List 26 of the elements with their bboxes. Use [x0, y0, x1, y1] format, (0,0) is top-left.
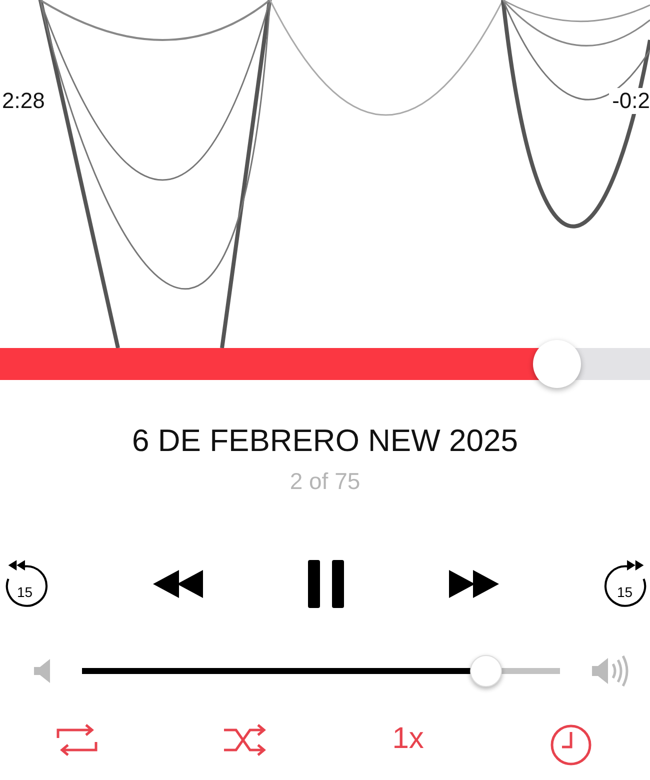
fast-forward-icon — [449, 570, 501, 598]
volume-low-icon — [34, 658, 50, 683]
skip-back-arc-icon — [4, 558, 48, 608]
remaining-time: -0:2 — [609, 88, 650, 114]
pause-button[interactable] — [308, 560, 346, 608]
progress-thumb[interactable] — [533, 340, 582, 388]
episode-title: 6 DE FEBRERO NEW 2025 — [131, 424, 519, 458]
shuffle-icon — [224, 724, 266, 756]
volume-high-icon — [592, 654, 630, 688]
playback-speed-button[interactable]: 1x — [392, 724, 424, 754]
episode-position: 2 of 75 — [288, 467, 362, 496]
clock-icon — [550, 724, 592, 766]
shuffle-button[interactable] — [224, 724, 266, 756]
skip-back-button[interactable]: 15 — [4, 558, 50, 610]
elapsed-time: 2:28 — [2, 90, 45, 112]
volume-track[interactable] — [82, 668, 560, 674]
volume-thumb[interactable] — [470, 654, 502, 687]
repeat-button[interactable] — [56, 724, 98, 756]
rewind-icon — [153, 570, 205, 598]
skip-forward-button[interactable]: 15 — [604, 558, 650, 610]
sleep-timer-button[interactable] — [550, 724, 592, 766]
skip-forward-arc-icon — [604, 558, 648, 608]
repeat-icon — [56, 724, 98, 756]
pause-icon — [308, 560, 346, 608]
rewind-button[interactable] — [153, 570, 205, 598]
fast-forward-button[interactable] — [449, 570, 501, 598]
